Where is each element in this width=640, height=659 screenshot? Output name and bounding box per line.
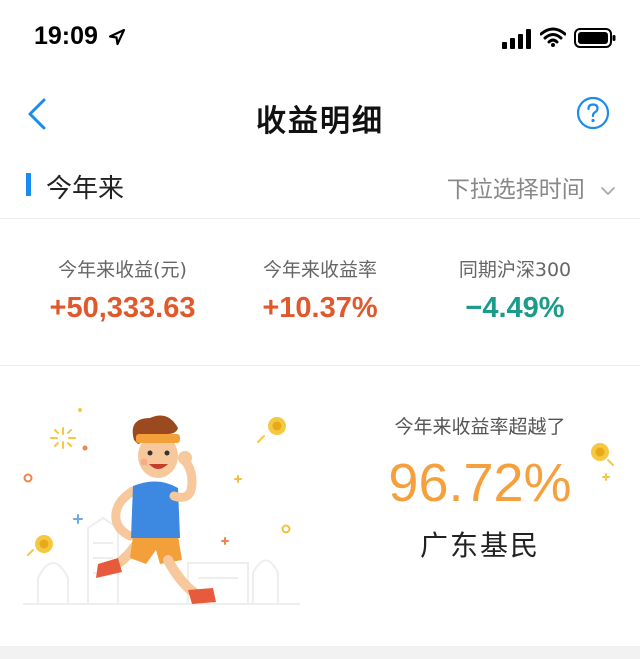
period-filter-row: 今年来 下拉选择时间	[0, 160, 640, 216]
navigation-bar: 收益明细	[0, 78, 640, 148]
time-range-dropdown[interactable]: 下拉选择时间	[447, 170, 616, 204]
status-time: 19:09	[34, 22, 98, 50]
cellular-signal-icon	[502, 29, 531, 49]
ytd-earnings-value: +50,333.63	[49, 292, 196, 324]
ytd-earnings-stat: 今年来收益(元) +50,333.63	[20, 255, 225, 325]
running-man-illustration	[23, 408, 300, 605]
ytd-return-rate-value: +10.37%	[262, 292, 378, 324]
beat-group-label: 广东基民	[419, 529, 540, 562]
coin-icon	[591, 443, 614, 481]
beat-percentile-label: 今年来收益率超越了	[394, 416, 566, 438]
ytd-return-rate-stat: 今年来收益率 +10.37%	[225, 255, 415, 325]
returns-summary: 今年来收益(元) +50,333.63 今年来收益率 +10.37% 同期沪深3…	[0, 219, 640, 365]
battery-icon	[574, 28, 616, 48]
benchmark-value: −4.49%	[465, 292, 565, 324]
page-title: 收益明细	[256, 104, 384, 139]
beat-percentile-value: 96.72%	[388, 453, 572, 513]
period-label: 今年来	[46, 174, 125, 204]
benchmark-label: 同期沪深300	[458, 259, 572, 281]
bottom-separator	[0, 646, 640, 659]
ytd-earnings-label: 今年来收益(元)	[58, 259, 187, 281]
section-accent-bar	[26, 173, 31, 196]
location-arrow-icon	[108, 28, 126, 46]
status-bar: 19:09	[0, 0, 640, 78]
chevron-down-icon	[601, 186, 615, 195]
benchmark-stat: 同期沪深300 −4.49%	[415, 255, 615, 325]
help-icon[interactable]	[576, 96, 610, 130]
ranking-card: 今年来收益率超越了 96.72% 广东基民	[0, 366, 640, 646]
wifi-icon	[540, 27, 566, 47]
ytd-return-rate-label: 今年来收益率	[262, 259, 377, 281]
time-range-dropdown-label: 下拉选择时间	[446, 177, 585, 203]
